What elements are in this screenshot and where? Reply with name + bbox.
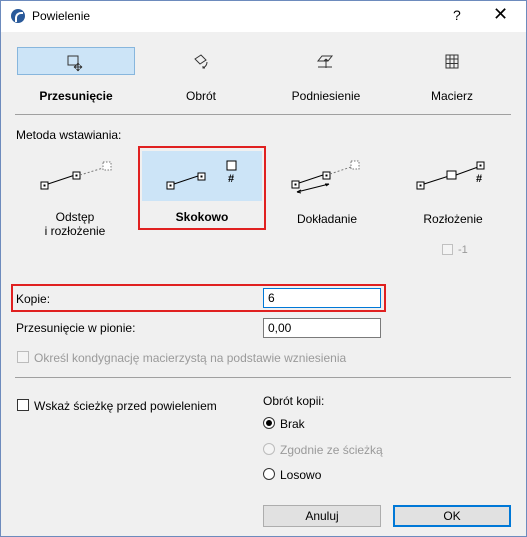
vertical-offset-input[interactable]: 0,00: [263, 318, 381, 338]
app-icon: [11, 9, 25, 23]
show-path-checkbox[interactable]: [17, 399, 29, 411]
rotation-random-label: Losowo: [280, 468, 322, 482]
minus-one-label: -1: [458, 244, 468, 256]
method-offset-line1: Odstęp: [55, 210, 95, 224]
window-title: Powielenie: [32, 9, 91, 23]
show-path-label: Wskaż ścieżkę przed powieleniem: [34, 399, 217, 413]
add-icon: [291, 160, 360, 194]
method-add-label: Dokładanie: [296, 212, 358, 226]
rotation-path-radio[interactable]: [263, 443, 275, 455]
offset-distribution-icon: [40, 161, 112, 190]
title-bar: Powielenie ? ✕: [1, 1, 526, 32]
tab-matrix-label: Macierz: [430, 89, 473, 103]
distribute-icon: #: [416, 161, 485, 190]
copies-label: Kopie:: [16, 292, 51, 306]
svg-text:#: #: [476, 173, 482, 185]
method-distribute[interactable]: #: [393, 151, 513, 201]
rotation-random-radio[interactable]: [263, 468, 275, 480]
copies-input[interactable]: 6: [263, 288, 381, 308]
rotation-none-label: Brak: [280, 417, 305, 431]
minus-one-checkbox[interactable]: [442, 244, 453, 255]
method-offset-line2: i rozłożenie: [44, 224, 106, 238]
tab-move[interactable]: [17, 47, 135, 75]
elevate-icon: [316, 55, 334, 68]
method-add[interactable]: [267, 151, 387, 201]
story-by-elevation-label: Określ kondygnację macierzystą na podsta…: [34, 351, 347, 365]
ok-button[interactable]: OK: [393, 505, 511, 527]
method-offset-label: Odstęp i rozłożenie: [15, 210, 135, 238]
close-button[interactable]: ✕: [493, 4, 508, 25]
move-icon: [67, 55, 83, 72]
rotation-label: Obrót kopii:: [263, 394, 325, 408]
separator-2: [15, 377, 511, 378]
rotation-path-label: Zgodnie ze ścieżką: [280, 443, 383, 457]
tab-rotate-label: Obrót: [185, 89, 216, 103]
rotate-icon: [194, 54, 208, 69]
tab-rotate[interactable]: [142, 47, 260, 75]
tab-elevate[interactable]: [267, 47, 385, 75]
method-offset-distribution[interactable]: [15, 151, 135, 201]
duplicate-dialog: Powielenie ? ✕ Przesunięcie Obrót Podnie…: [0, 0, 527, 537]
help-button[interactable]: ?: [453, 7, 461, 23]
rotation-none-radio[interactable]: [263, 417, 275, 429]
story-by-elevation-checkbox[interactable]: [17, 351, 29, 363]
tab-elevate-label: Podniesienie: [291, 89, 361, 103]
tab-move-label: Przesunięcie: [39, 89, 113, 103]
step-highlight: [138, 146, 266, 230]
matrix-icon: [445, 54, 459, 69]
tab-matrix[interactable]: [393, 47, 511, 75]
vertical-offset-label: Przesunięcie w pionie:: [16, 321, 136, 335]
cancel-button[interactable]: Anuluj: [263, 505, 381, 527]
method-label: Metoda wstawiania:: [16, 128, 122, 142]
method-distribute-label: Rozłożenie: [423, 212, 483, 226]
separator: [15, 114, 511, 115]
